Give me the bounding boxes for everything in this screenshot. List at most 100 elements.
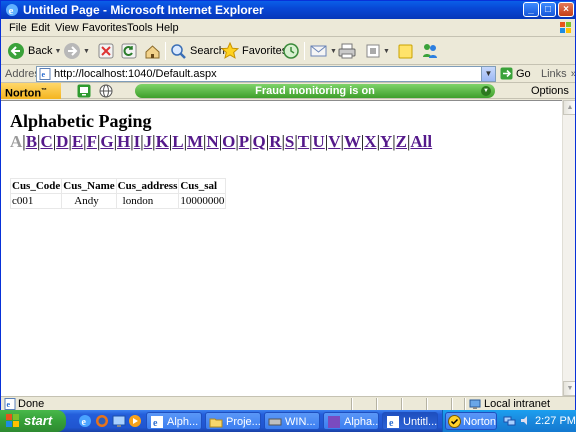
letter-link-b[interactable]: B: [26, 132, 37, 151]
menu-file[interactable]: File: [9, 22, 27, 34]
go-button[interactable]: Go: [500, 67, 531, 80]
minimize-button[interactable]: _: [523, 2, 539, 17]
links-button[interactable]: Links »: [541, 68, 575, 80]
fraud-status-text: Fraud monitoring is on: [255, 85, 375, 97]
history-icon: [283, 43, 299, 59]
letter-link-j[interactable]: J: [144, 132, 153, 151]
letter-link-l[interactable]: L: [172, 132, 183, 151]
menu-edit[interactable]: Edit: [31, 22, 50, 34]
letter-link-f[interactable]: F: [87, 132, 97, 151]
ie-window-icon: e: [387, 416, 399, 429]
letter-link-o[interactable]: O: [222, 132, 235, 151]
standard-toolbar: Back ▼ ▼ Search Favorites ▼ ▼: [1, 37, 575, 65]
favorites-button[interactable]: Favorites: [221, 41, 287, 61]
monitor-icon[interactable]: [77, 84, 91, 98]
network-tray-icon[interactable]: [503, 414, 516, 427]
forward-button[interactable]: ▼: [63, 41, 90, 61]
favorites-label: Favorites: [242, 45, 288, 57]
scroll-up-button[interactable]: ▲: [563, 100, 575, 115]
address-input[interactable]: e http://localhost:1040/Default.aspx ▼: [36, 66, 496, 82]
letter-link-c[interactable]: C: [40, 132, 52, 151]
history-button[interactable]: [282, 41, 300, 61]
chevron-down-icon[interactable]: ▼: [83, 48, 90, 55]
norton-logo[interactable]: Norton™: [1, 83, 61, 100]
volume-tray-icon[interactable]: [519, 414, 532, 427]
firefox-quicklaunch-icon[interactable]: [95, 414, 109, 428]
menu-help[interactable]: Help: [156, 22, 179, 34]
discuss-button[interactable]: [397, 41, 414, 61]
letter-link-w[interactable]: W: [344, 132, 361, 151]
letter-link-p[interactable]: P: [239, 132, 249, 151]
close-button[interactable]: ×: [558, 2, 574, 17]
windows-flag-icon: [560, 22, 571, 33]
svg-text:e: e: [82, 417, 87, 428]
back-arrow-icon: [8, 43, 24, 59]
letter-link-e[interactable]: E: [72, 132, 83, 151]
column-header: Cus_Code: [9, 178, 63, 194]
search-icon: [171, 43, 186, 59]
menu-view[interactable]: View: [55, 22, 79, 34]
desktop-quicklaunch-icon[interactable]: [112, 414, 126, 428]
clock: 2:27 PM: [535, 415, 576, 427]
svg-text:e: e: [389, 418, 394, 429]
letter-link-v[interactable]: V: [328, 132, 340, 151]
taskbar-item-active[interactable]: e Untitl...: [382, 412, 438, 430]
fraud-monitoring-status[interactable]: Fraud monitoring is on ▼: [135, 84, 495, 98]
letter-link-d[interactable]: D: [56, 132, 68, 151]
title-bar[interactable]: e Untitled Page - Microsoft Internet Exp…: [1, 1, 575, 19]
stop-button[interactable]: [98, 41, 114, 61]
edit-page-icon: [366, 44, 380, 58]
search-button[interactable]: Search: [170, 41, 225, 61]
svg-text:e: e: [9, 5, 14, 17]
printer-icon: [338, 43, 356, 59]
browser-window: e Untitled Page - Microsoft Internet Exp…: [0, 0, 576, 410]
scroll-down-button[interactable]: ▼: [563, 381, 575, 396]
address-dropdown-button[interactable]: ▼: [481, 67, 495, 81]
letter-link-x[interactable]: X: [364, 132, 376, 151]
status-divider: [426, 398, 428, 410]
letter-link-s[interactable]: S: [285, 132, 294, 151]
edit-button[interactable]: ▼: [365, 41, 390, 61]
letter-link-q[interactable]: Q: [253, 132, 266, 151]
taskbar-item[interactable]: e Alph...: [146, 412, 202, 430]
menu-favorites[interactable]: Favorites: [82, 22, 127, 34]
table-header-row: Cus_Code Cus_Name Cus_address Cus_sal: [9, 178, 227, 194]
letter-link-z[interactable]: Z: [396, 132, 407, 151]
status-divider: [464, 398, 466, 410]
norton-taskbar-item[interactable]: Norton: [445, 412, 497, 430]
chevron-down-icon[interactable]: ▼: [54, 48, 61, 55]
letter-link-h[interactable]: H: [117, 132, 130, 151]
table-cell: c001: [9, 193, 63, 209]
messenger-button[interactable]: [421, 41, 439, 61]
home-button[interactable]: [144, 41, 161, 61]
page-heading: Alphabetic Paging: [10, 111, 152, 131]
vertical-scrollbar[interactable]: ▲ ▼: [562, 100, 575, 396]
letter-link-m[interactable]: M: [187, 132, 203, 151]
taskbar-item[interactable]: Alpha...: [323, 412, 379, 430]
mail-button[interactable]: ▼: [310, 41, 337, 61]
chevron-down-icon[interactable]: ▼: [383, 48, 390, 55]
taskbar-item[interactable]: Proje...: [205, 412, 261, 430]
chevron-down-icon[interactable]: ▼: [481, 86, 491, 96]
letter-link-y[interactable]: Y: [380, 132, 392, 151]
letter-link-all[interactable]: All: [410, 132, 432, 151]
back-button[interactable]: Back ▼: [7, 41, 61, 61]
refresh-button[interactable]: [121, 41, 137, 61]
chevron-right-icon: »: [571, 68, 575, 80]
chevron-down-icon[interactable]: ▼: [330, 48, 337, 55]
letter-link-u[interactable]: U: [313, 132, 325, 151]
letter-link-k[interactable]: K: [156, 132, 169, 151]
letter-link-g[interactable]: G: [100, 132, 113, 151]
maximize-button[interactable]: □: [540, 2, 556, 17]
taskbar-item[interactable]: WIN...: [264, 412, 320, 430]
letter-link-n[interactable]: N: [206, 132, 218, 151]
media-quicklaunch-icon[interactable]: [128, 414, 142, 428]
print-button[interactable]: [338, 41, 356, 61]
globe-icon[interactable]: [99, 84, 113, 98]
menu-tools[interactable]: Tools: [127, 22, 153, 34]
start-button[interactable]: start: [0, 410, 66, 432]
letter-link-t[interactable]: T: [298, 132, 309, 151]
letter-link-r[interactable]: R: [269, 132, 281, 151]
norton-trademark: ™: [41, 88, 48, 94]
ie-quicklaunch-icon[interactable]: e: [78, 414, 92, 428]
